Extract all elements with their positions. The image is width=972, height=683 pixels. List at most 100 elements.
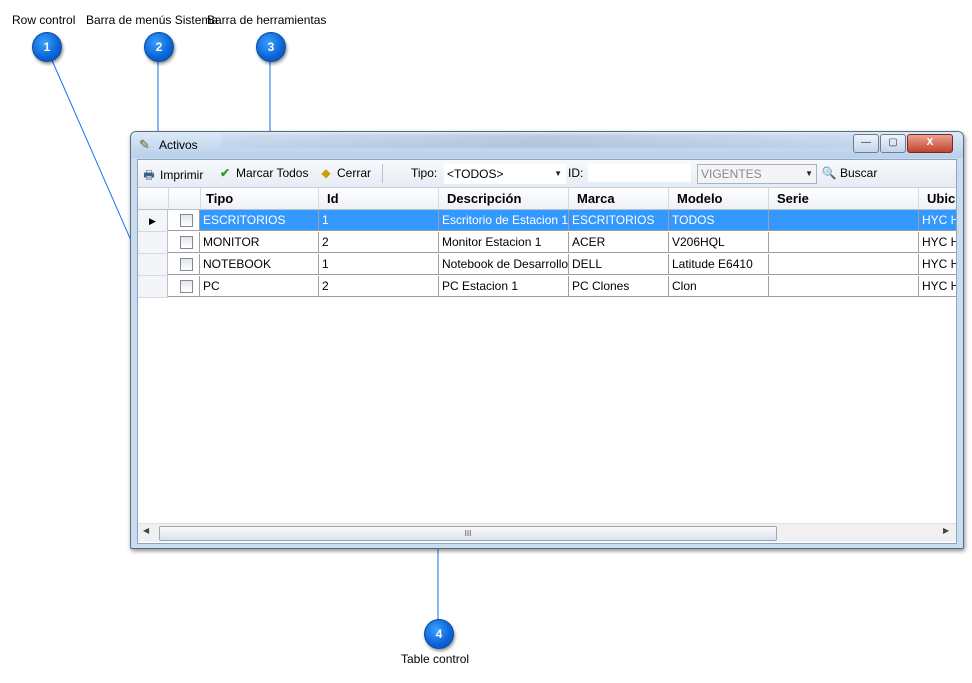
current-row-arrow-icon: ▶ [149,216,156,226]
maximize-button[interactable]: ▢ [880,134,906,153]
row-checkbox-cell [168,232,200,253]
magnifier-icon: 🔍 [821,166,837,180]
annotation-label-2: Barra de menús Sistema [86,13,219,27]
column-header-id[interactable]: Id [319,188,439,209]
table-row[interactable]: NOTEBOOK 1 Notebook de Desarrollo DELL L… [138,254,956,276]
column-header-tipo[interactable]: Tipo [200,188,319,209]
close-label: Cerrar [337,166,372,180]
annotation-label-4: Table control [401,652,470,666]
row-checkbox[interactable] [180,236,193,249]
table-row[interactable]: ▶ ESCRITORIOS 1 Escritorio de Estacion 1… [138,210,956,232]
row-selector[interactable] [138,232,168,254]
annotation-label-1: Row control [12,13,76,27]
cell-tipo[interactable]: MONITOR [200,232,319,253]
toolbar: 🖶 Imprimir ✔ Marcar Todos ◆ Cerrar Tipo: <T… [138,160,956,188]
blurred-menu-bar [221,134,861,148]
horizontal-scrollbar[interactable]: ◀ III ▶ [138,523,956,542]
cell-ubicacion[interactable]: HYC H [919,210,956,231]
tipo-dropdown[interactable]: <TODOS> ▼ [444,164,566,184]
checkbox-column-header [168,188,201,209]
table-row[interactable]: PC 2 PC Estacion 1 PC Clones Clon HYC H [138,276,956,298]
table-header: Tipo Id Descripción Marca Modelo Serie U… [138,188,956,210]
search-label: Buscar [840,166,878,180]
activos-window: ✎ Activos — ▢ X 🖶 Imprimir ✔ Marcar Todos … [130,131,964,549]
column-header-marca[interactable]: Marca [569,188,669,209]
tipo-label: Tipo: [411,166,438,180]
scroll-left-icon[interactable]: ◀ [143,526,149,535]
print-button[interactable]: 🖶 Imprimir [141,166,203,182]
cell-marca[interactable]: ACER [569,232,669,253]
pencil-ruler-icon: ✎ [139,137,150,152]
status-dropdown[interactable]: VIGENTES ▼ [697,164,817,184]
id-label: ID: [568,166,584,180]
cell-tipo[interactable]: ESCRITORIOS [200,210,319,231]
id-input[interactable] [588,164,691,182]
column-header-modelo[interactable]: Modelo [669,188,769,209]
column-header-descripcion[interactable]: Descripción [439,188,569,209]
scrollbar-thumb[interactable]: III [159,526,777,541]
cell-tipo[interactable]: NOTEBOOK [200,254,319,275]
cell-modelo[interactable]: Clon [669,276,769,297]
row-checkbox[interactable] [180,258,193,271]
annotation-marker-3: 3 [256,32,286,62]
cell-descripcion[interactable]: PC Estacion 1 [439,276,569,297]
window-title: Activos [159,138,198,152]
search-button[interactable]: 🔍 Buscar [821,166,878,182]
printer-icon: 🖶 [143,168,155,182]
cell-modelo[interactable]: TODOS [669,210,769,231]
close-window-button[interactable]: X [907,134,953,153]
leader-line-1 [50,57,134,246]
status-value: VIGENTES [701,167,762,181]
cell-id[interactable]: 2 [319,276,439,297]
row-checkbox[interactable] [180,280,193,293]
cell-ubicacion[interactable]: HYC H [919,276,956,297]
cell-marca[interactable]: DELL [569,254,669,275]
toolbar-separator [382,164,383,183]
cell-marca[interactable]: PC Clones [569,276,669,297]
cell-serie[interactable] [769,276,919,297]
cell-modelo[interactable]: Latitude E6410 [669,254,769,275]
cell-tipo[interactable]: PC [200,276,319,297]
exit-sign-icon: ◆ [321,166,331,180]
client-area: 🖶 Imprimir ✔ Marcar Todos ◆ Cerrar Tipo: <T… [137,159,957,544]
row-checkbox-cell [168,210,200,231]
cell-id[interactable]: 1 [319,254,439,275]
cell-serie[interactable] [769,210,919,231]
row-checkbox-cell [168,276,200,297]
row-selector[interactable] [138,276,168,298]
cell-descripcion[interactable]: Monitor Estacion 1 [439,232,569,253]
dropdown-arrow-icon: ▼ [805,169,813,178]
cell-serie[interactable] [769,254,919,275]
annotation-marker-1: 1 [32,32,62,62]
annotation-marker-2: 2 [144,32,174,62]
cell-modelo[interactable]: V206HQL [669,232,769,253]
table-row[interactable]: MONITOR 2 Monitor Estacion 1 ACER V206HQ… [138,232,956,254]
cell-id[interactable]: 2 [319,232,439,253]
tipo-value: <TODOS> [447,167,504,181]
close-button[interactable]: ◆ Cerrar [318,166,371,182]
mark-all-button[interactable]: ✔ Marcar Todos [217,166,309,182]
cell-ubicacion[interactable]: HYC H [919,232,956,253]
cell-serie[interactable] [769,232,919,253]
row-checkbox[interactable] [180,214,193,227]
cell-id[interactable]: 1 [319,210,439,231]
row-selector[interactable] [138,254,168,276]
row-selector[interactable]: ▶ [138,210,168,232]
column-header-ubicacion[interactable]: Ubic [919,188,956,209]
row-checkbox-cell [168,254,200,275]
dropdown-arrow-icon: ▼ [554,169,562,178]
cell-descripcion[interactable]: Escritorio de Estacion 1 [439,210,569,231]
mark-all-label: Marcar Todos [236,166,309,180]
cell-marca[interactable]: ESCRITORIOS [569,210,669,231]
annotation-marker-4: 4 [424,619,454,649]
row-header-corner [138,188,169,209]
cell-ubicacion[interactable]: HYC H [919,254,956,275]
minimize-button[interactable]: — [853,134,879,153]
print-label: Imprimir [160,168,204,182]
column-header-serie[interactable]: Serie [769,188,919,209]
annotation-label-3: Barra de herramientas [207,13,327,27]
checkmark-icon: ✔ [219,166,231,180]
scroll-right-icon[interactable]: ▶ [943,526,949,535]
cell-descripcion[interactable]: Notebook de Desarrollo [439,254,569,275]
title-bar[interactable]: ✎ Activos — ▢ X [131,132,963,158]
